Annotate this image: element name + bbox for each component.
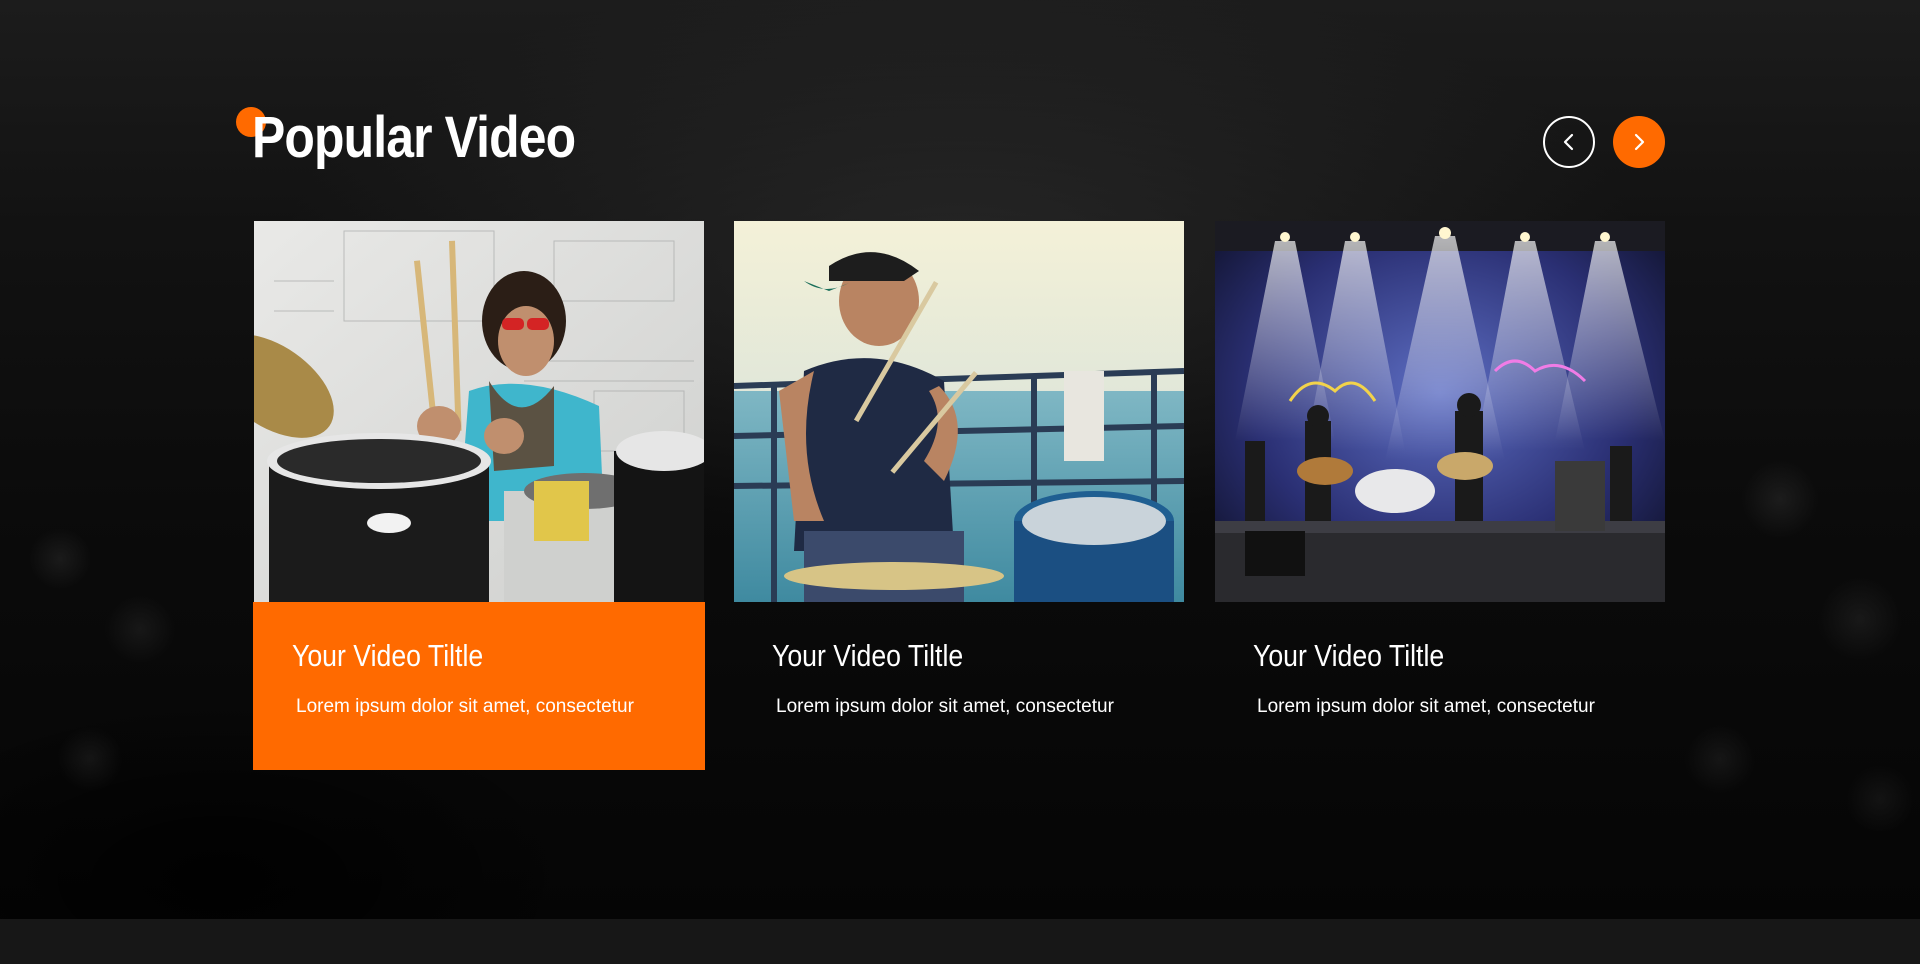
- chevron-left-icon: [1563, 133, 1574, 151]
- video-card-body: Your Video Tiltle Lorem ipsum dolor sit …: [253, 602, 705, 770]
- section-title: Popular Video: [252, 105, 576, 170]
- slider-prev-button[interactable]: [1543, 116, 1595, 168]
- footer-band: [0, 919, 1920, 964]
- video-title[interactable]: Your Video Tiltle: [1253, 638, 1444, 674]
- video-description: Lorem ipsum dolor sit amet, consectetur: [1257, 696, 1595, 717]
- video-thumbnail[interactable]: [1215, 221, 1665, 602]
- video-card-body: Your Video Tiltle Lorem ipsum dolor sit …: [733, 602, 1185, 770]
- video-title[interactable]: Your Video Tiltle: [772, 638, 963, 674]
- video-card-body: Your Video Tiltle Lorem ipsum dolor sit …: [1214, 602, 1666, 770]
- video-title[interactable]: Your Video Tiltle: [292, 638, 483, 674]
- video-description: Lorem ipsum dolor sit amet, consectetur: [776, 696, 1114, 717]
- video-card[interactable]: Your Video Tiltle Lorem ipsum dolor sit …: [733, 220, 1185, 770]
- video-card[interactable]: Your Video Tiltle Lorem ipsum dolor sit …: [1214, 220, 1666, 770]
- drummer-by-the-sea-photo: [734, 221, 1184, 602]
- band-on-stage-photo: [1215, 221, 1665, 602]
- video-description: Lorem ipsum dolor sit amet, consectetur: [296, 696, 634, 717]
- video-thumbnail[interactable]: [734, 221, 1184, 602]
- drummer-with-sunglasses-photo: [254, 221, 704, 602]
- video-card[interactable]: Your Video Tiltle Lorem ipsum dolor sit …: [253, 220, 705, 770]
- video-thumbnail[interactable]: [254, 221, 704, 602]
- slider-next-button[interactable]: [1613, 116, 1665, 168]
- chevron-right-icon: [1634, 133, 1645, 151]
